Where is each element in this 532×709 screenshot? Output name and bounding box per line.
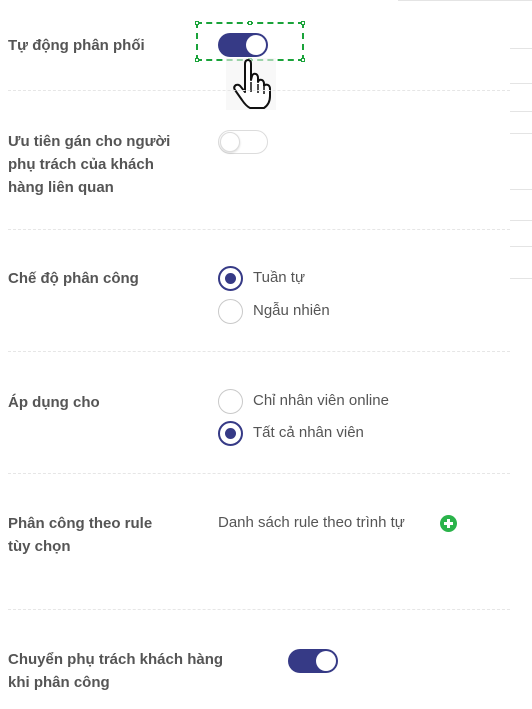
apply-to-label: Áp dụng cho	[8, 394, 100, 411]
apply-to-all-radio[interactable]	[218, 421, 243, 446]
apply-to-all-label[interactable]: Tất cả nhân viên	[253, 423, 364, 443]
plus-circle-icon[interactable]	[440, 515, 457, 532]
transfer-owner-label-line1: Chuyển phụ trách khách hàng	[8, 651, 224, 668]
hand-pointer-icon	[226, 58, 276, 110]
apply-to-online-radio[interactable]	[218, 389, 243, 414]
custom-rule-label: Phân công theo rule tùy chọn	[8, 512, 152, 558]
toggle-knob	[220, 132, 240, 152]
section-divider	[8, 90, 510, 91]
assign-mode-random-radio[interactable]	[218, 299, 243, 324]
priority-owner-label-line1: Ưu tiên gán cho người	[8, 133, 171, 150]
section-divider	[8, 351, 510, 352]
assign-mode-sequential-label[interactable]: Tuần tự	[253, 268, 305, 288]
auto-assign-label: Tự động phân phối	[8, 37, 145, 54]
section-divider	[8, 473, 510, 474]
transfer-owner-label-line2: khi phân công	[8, 674, 110, 691]
assign-mode-sequential-radio[interactable]	[218, 266, 243, 291]
toggle-knob	[316, 651, 336, 671]
transfer-owner-label: Chuyển phụ trách khách hàng khi phân côn…	[8, 648, 223, 694]
assign-mode-random-label[interactable]: Ngẫu nhiên	[253, 301, 330, 321]
custom-rule-label-line1: Phân công theo rule	[8, 515, 153, 532]
priority-owner-toggle[interactable]	[218, 130, 268, 154]
priority-owner-label-line2: phụ trách của khách	[8, 156, 154, 173]
section-divider	[8, 609, 510, 610]
rule-list-label: Danh sách rule theo trình tự	[218, 514, 405, 531]
assign-mode-label: Chế độ phân công	[8, 270, 139, 287]
apply-to-online-label[interactable]: Chỉ nhân viên online	[253, 391, 389, 411]
background-edge-lines	[510, 0, 532, 300]
custom-rule-label-line2: tùy chọn	[8, 538, 71, 555]
section-divider	[8, 229, 510, 230]
transfer-owner-toggle[interactable]	[288, 649, 338, 673]
priority-owner-label: Ưu tiên gán cho người phụ trách của khác…	[8, 130, 170, 199]
selection-highlight	[195, 21, 305, 62]
priority-owner-label-line3: hàng liên quan	[8, 179, 114, 196]
